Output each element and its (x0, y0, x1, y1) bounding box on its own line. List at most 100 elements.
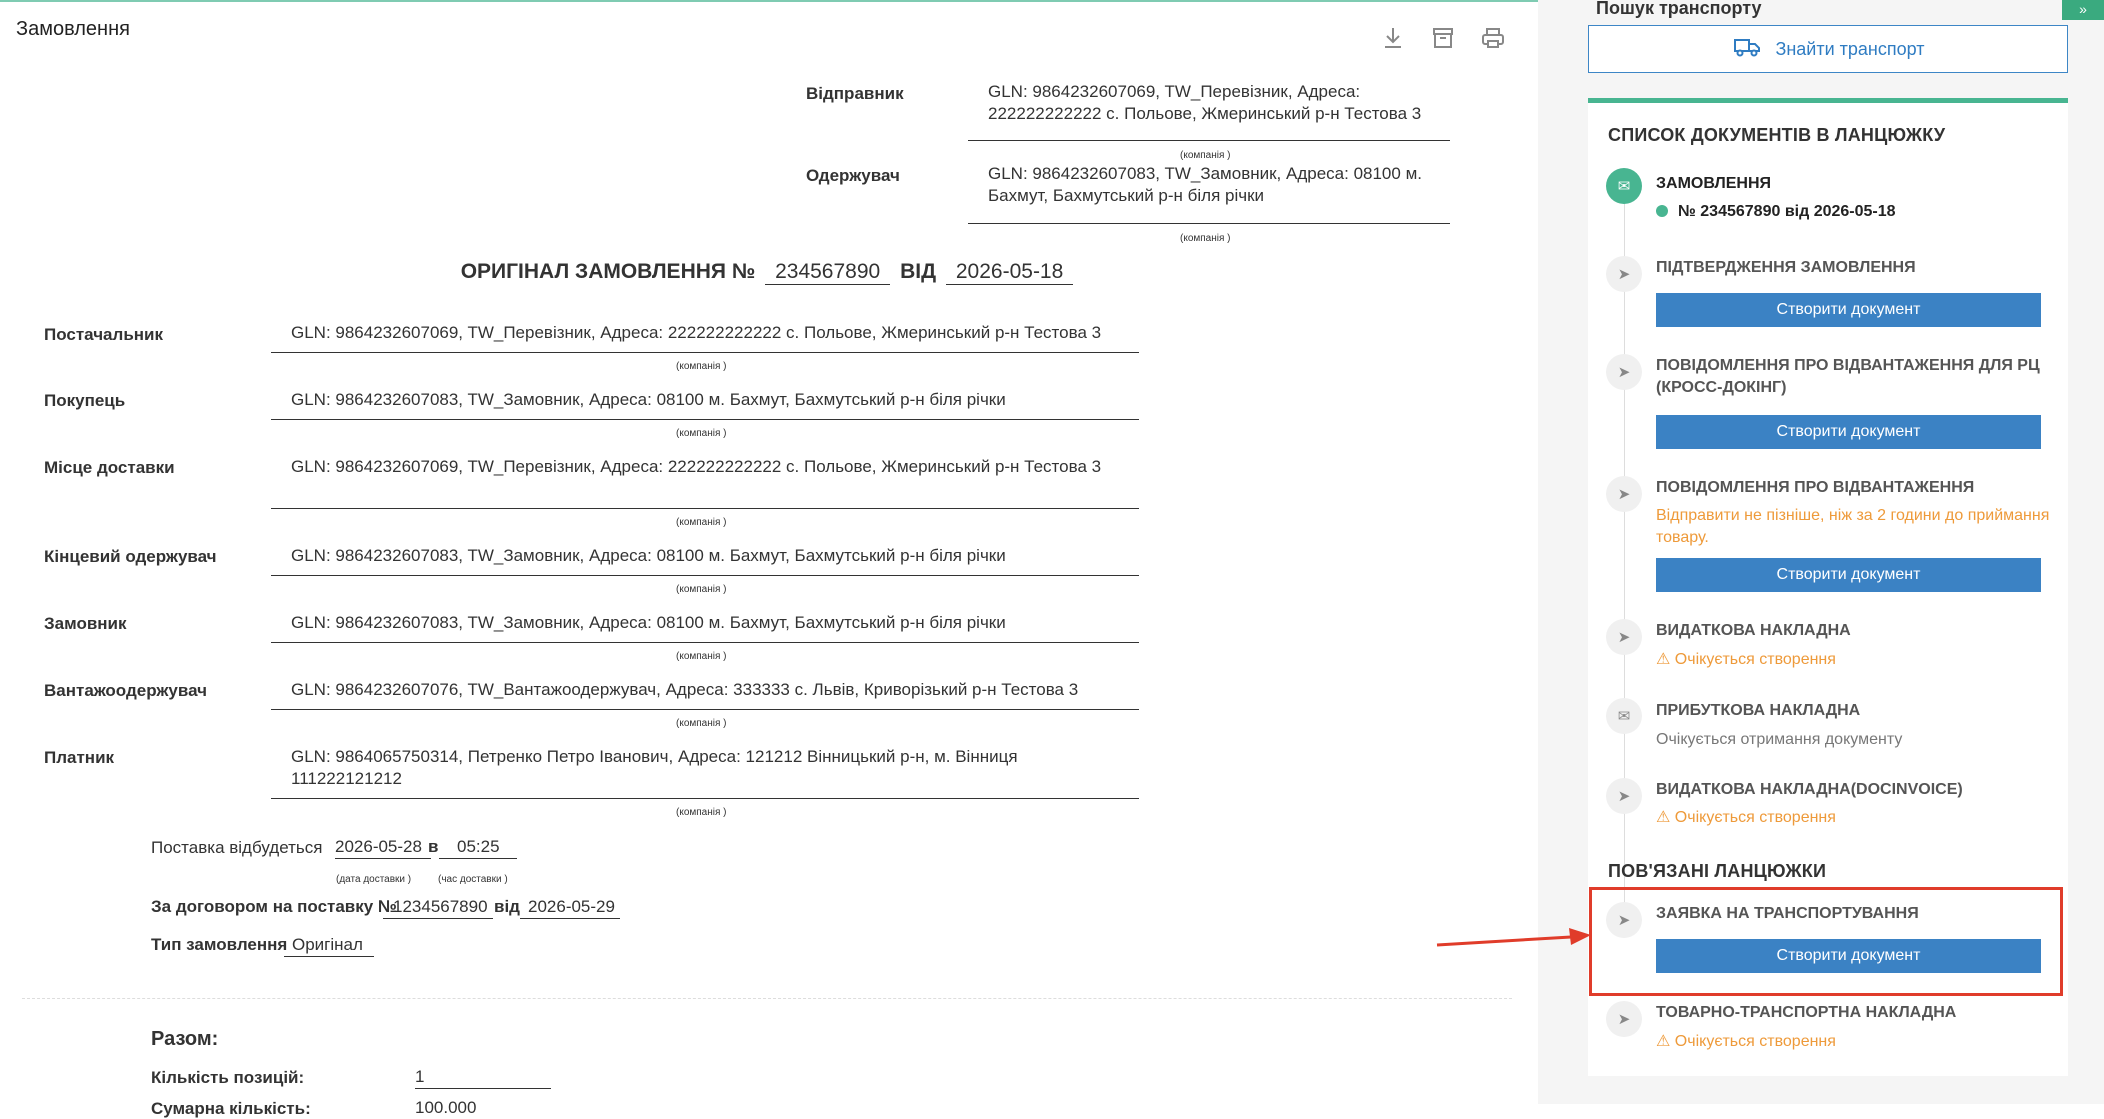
delivery-label: Поставка відбудеться (151, 838, 323, 857)
find-transport-label: Знайти транспорт (1775, 38, 1925, 59)
warning-icon: ⚠ (1656, 1033, 1675, 1050)
positions-value: 1 (415, 1066, 551, 1089)
create-shipment-notice-button[interactable]: Створити документ (1656, 558, 2041, 592)
timeline-line (1624, 193, 1625, 928)
company-caption: (компанія ) (1180, 233, 1231, 244)
page-title: Замовлення (16, 18, 130, 40)
divider (271, 575, 1139, 576)
company-caption: (компанія ) (676, 651, 727, 662)
company-caption: (компанія ) (676, 807, 727, 818)
divider (271, 642, 1139, 643)
delivery-at: в (428, 837, 439, 856)
company-caption: (компанія ) (1180, 150, 1231, 161)
create-crossdock-notice-button[interactable]: Створити документ (1656, 415, 2041, 449)
payer-label: Платник (44, 748, 115, 767)
contract-date: 2026-05-29 (520, 896, 620, 919)
send-icon: ➤ (1606, 619, 1642, 655)
chain-item-title: ПОВІДОМЛЕННЯ ПРО ВІДВАНТАЖЕННЯ ДЛЯ РЦ (К… (1656, 357, 2040, 396)
supplier-value: GLN: 9864232607069, TW_Перевізник, Адрес… (291, 323, 1102, 342)
sum-value: 100.000 (415, 1098, 477, 1117)
order-header-from: ВІД (900, 260, 937, 283)
order-ref: № 234567890 від 2026-05-18 (1678, 203, 1896, 220)
download-icon[interactable] (1380, 26, 1406, 52)
divider (271, 352, 1139, 353)
consignee-label: Вантажоодержувач (44, 681, 207, 700)
related-chains-title: ПОВ'ЯЗАНІ ЛАНЦЮЖКИ (1608, 861, 1827, 881)
order-header: ОРИГІНАЛ ЗАМОВЛЕННЯ № 234567890 ВІД 2026… (0, 260, 1538, 285)
print-icon[interactable] (1480, 26, 1506, 52)
chain-item-warning: Відправити не пізніше, ніж за 2 години д… (1656, 507, 2050, 546)
buyer-label: Покупець (44, 391, 126, 410)
end-receiver-value: GLN: 9864232607083, TW_Замовник, Адреса:… (291, 546, 1006, 565)
delivery-date: 2026-05-28 (335, 836, 431, 859)
company-caption: (компанія ) (676, 361, 727, 372)
chain-item-title: ВИДАТКОВА НАКЛАДНА(DOCINVOICE) (1656, 781, 1963, 798)
divider (271, 709, 1139, 710)
related-item-title: ТОВАРНО-ТРАНСПОРТНА НАКЛАДНА (1656, 1004, 1957, 1021)
chain-title: СПИСОК ДОКУМЕНТІВ В ЛАНЦЮЖКУ (1608, 125, 1946, 145)
document-view: Замовлення Відправник GLN: 9864232607069… (0, 0, 1538, 1118)
divider (271, 798, 1139, 799)
delivery-time: 05:25 (439, 836, 517, 859)
payer-value: GLN: 9864065750314, Петренко Петро Івано… (291, 747, 1018, 788)
send-icon: ➤ (1606, 778, 1642, 814)
highlight-box (1589, 887, 2063, 996)
contract-number: 1234567890 (383, 896, 493, 919)
sender-label: Відправник (806, 84, 904, 103)
arrow-annotation (1436, 928, 1591, 947)
divider (271, 508, 1139, 509)
truck-icon (1731, 36, 1761, 63)
end-receiver-label: Кінцевий одержувач (44, 547, 217, 566)
company-caption: (компанія ) (676, 517, 727, 528)
envelope-icon: ✉ (1606, 698, 1642, 734)
send-icon: ➤ (1606, 256, 1642, 292)
company-caption: (компанія ) (676, 428, 727, 439)
totals-title: Разом: (151, 1028, 219, 1050)
contract-label: За договором на поставку № (151, 897, 397, 916)
section-divider (22, 998, 1512, 999)
customer-value: GLN: 9864232607083, TW_Замовник, Адреса:… (291, 613, 1006, 632)
chain-item-title: ПОВІДОМЛЕННЯ ПРО ВІДВАНТАЖЕННЯ (1656, 479, 1975, 496)
send-icon: ➤ (1606, 1001, 1642, 1037)
order-number: 234567890 (765, 260, 891, 285)
chain-item-warning: ⚠ Очікується створення (1656, 809, 1836, 826)
customer-label: Замовник (44, 614, 127, 633)
receiver-value: GLN: 9864232607083, TW_Замовник, Адреса:… (988, 164, 1422, 205)
send-icon: ➤ (1606, 354, 1642, 390)
company-caption: (компанія ) (676, 718, 727, 729)
envelope-icon: ✉ (1606, 168, 1642, 204)
consignee-value: GLN: 9864232607076, TW_Вантажоодержувач,… (291, 680, 1079, 699)
divider (968, 140, 1450, 141)
order-date: 2026-05-18 (945, 260, 1074, 285)
transport-search-title: Пошук транспорту (1596, 0, 1762, 18)
order-header-prefix: ОРИГІНАЛ ЗАМОВЛЕННЯ № (460, 260, 756, 283)
related-item-warning: ⚠ Очікується створення (1656, 1033, 1836, 1050)
divider (271, 419, 1139, 420)
order-type-value: Оригінал (284, 934, 374, 957)
chain-item-status: Очікується отримання документу (1656, 731, 1903, 748)
chain-item-status: № 234567890 від 2026-05-18 (1656, 201, 2051, 223)
divider (968, 223, 1450, 224)
delivery-date-caption: (дата доставки ) (336, 874, 412, 885)
delivery-place-value: GLN: 9864232607069, TW_Перевізник, Адрес… (291, 457, 1102, 476)
contract-from: від (494, 897, 520, 916)
warning-icon: ⚠ (1656, 809, 1675, 826)
chain-item-title: ПІДТВЕРДЖЕННЯ ЗАМОВЛЕННЯ (1656, 259, 1916, 276)
archive-icon[interactable] (1430, 26, 1456, 52)
order-type-label: Тип замовлення (151, 935, 288, 954)
collapse-icon[interactable]: » (2062, 0, 2104, 20)
sender-value: GLN: 9864232607069, TW_Перевізник, Адрес… (988, 82, 1422, 123)
receiver-label: Одержувач (806, 166, 900, 185)
positions-label: Кількість позицій: (151, 1068, 305, 1087)
chain-item-title: ПРИБУТКОВА НАКЛАДНА (1656, 702, 1861, 719)
sum-label: Сумарна кількість: (151, 1099, 311, 1118)
create-order-confirmation-button[interactable]: Створити документ (1656, 293, 2041, 327)
supplier-label: Постачальник (44, 325, 163, 344)
warning-icon: ⚠ (1656, 651, 1675, 668)
status-dot (1656, 205, 1668, 217)
delivery-time-caption: (час доставки ) (438, 874, 508, 885)
find-transport-button[interactable]: Знайти транспорт (1588, 25, 2068, 73)
chain-item-warning: ⚠ Очікується створення (1656, 651, 1836, 668)
company-caption: (компанія ) (676, 584, 727, 595)
delivery-place-label: Місце доставки (44, 458, 175, 477)
